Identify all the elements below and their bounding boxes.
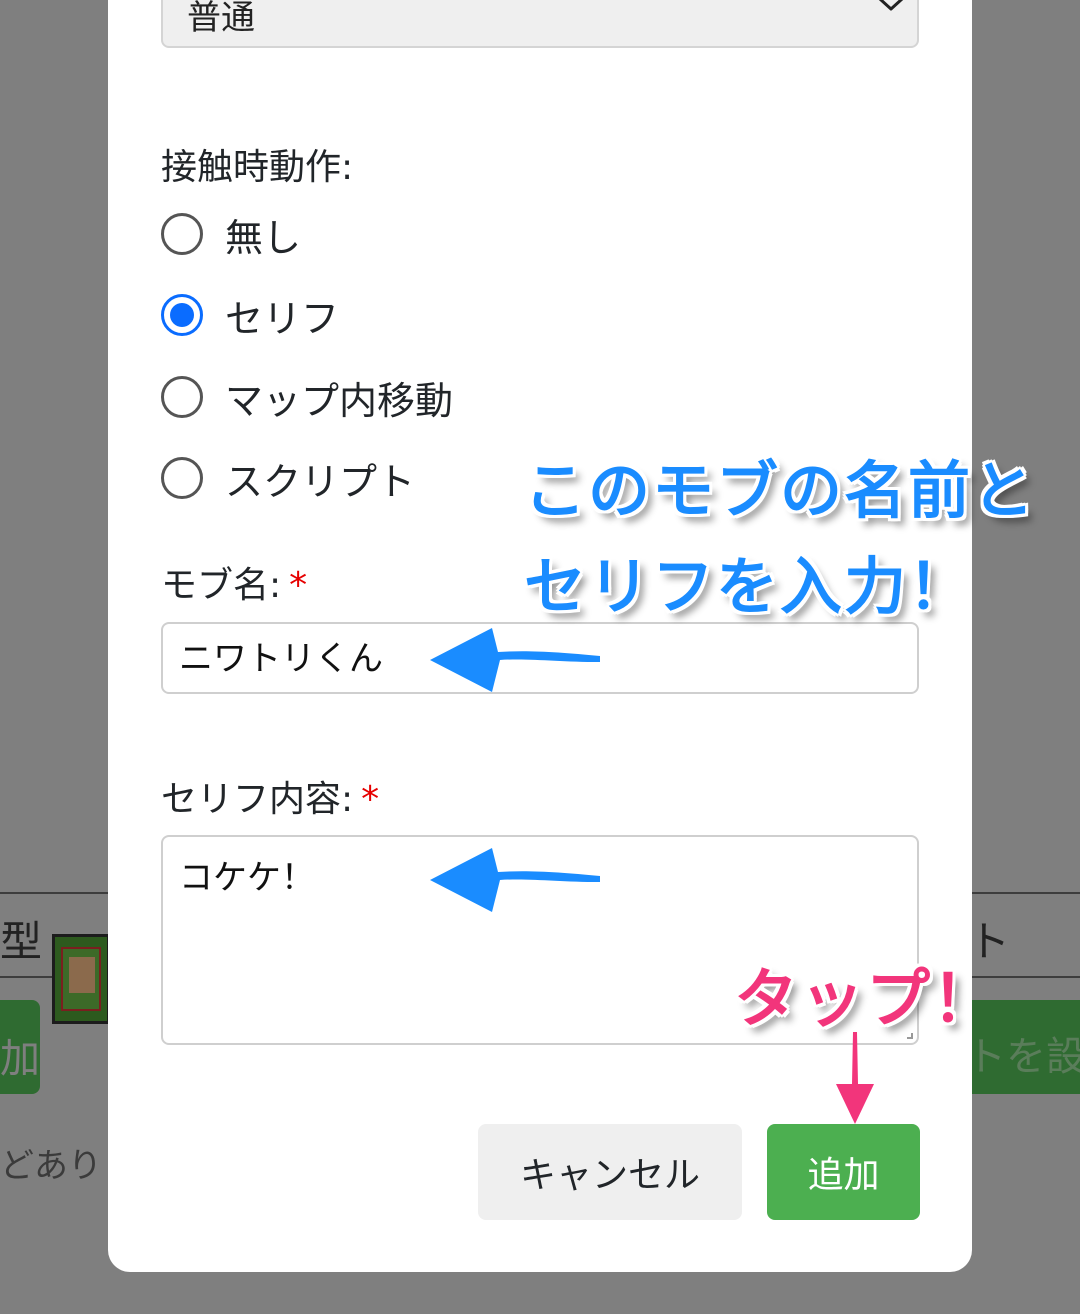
radio-label: スクリプト xyxy=(225,459,416,504)
required-mark: * xyxy=(361,779,380,820)
add-button[interactable]: 追加 xyxy=(767,1124,920,1220)
required-mark: * xyxy=(289,565,308,606)
arrow-left-icon xyxy=(430,848,600,912)
background-left-button: 加 xyxy=(0,1000,40,1094)
cancel-button[interactable]: キャンセル xyxy=(478,1124,742,1220)
radio-button[interactable] xyxy=(161,376,203,418)
dialogue-label-text: セリフ内容: xyxy=(161,779,354,820)
radio-label: 無し xyxy=(225,215,302,260)
chevron-down-icon xyxy=(878,0,904,11)
annotation-instruction-line1: このモブの名前と xyxy=(524,454,1037,527)
mob-name-label-text: モブ名: xyxy=(161,565,282,606)
radio-label: マップ内移動 xyxy=(225,378,454,423)
background-left-text: 型 xyxy=(0,917,43,966)
radio-button[interactable] xyxy=(161,457,203,499)
dialogue-label: セリフ内容: * xyxy=(161,770,379,822)
radio-option-dialogue[interactable]: セリフ xyxy=(161,285,339,345)
speed-select-value: 普通 xyxy=(187,0,255,38)
map-thumbnail xyxy=(52,934,110,1024)
mob-name-label: モブ名: * xyxy=(161,556,307,608)
contact-action-label: 接触時動作: xyxy=(161,147,354,188)
annotation-tap: タップ！ xyxy=(734,963,998,1037)
radio-button-selected[interactable] xyxy=(161,294,203,336)
radio-option-script[interactable]: スクリプト xyxy=(161,448,415,508)
radio-label: セリフ xyxy=(225,296,340,341)
radio-option-map-move[interactable]: マップ内移動 xyxy=(161,367,453,427)
annotation-instruction-line2: セリフを入力！ xyxy=(524,550,973,623)
speed-select[interactable]: 普通 xyxy=(161,0,919,48)
radio-button[interactable] xyxy=(161,213,203,255)
arrow-down-icon xyxy=(836,1032,874,1124)
arrow-left-icon xyxy=(430,628,600,692)
radio-option-none[interactable]: 無し xyxy=(161,204,301,264)
dialogue-text: コケケ！ xyxy=(179,858,315,898)
